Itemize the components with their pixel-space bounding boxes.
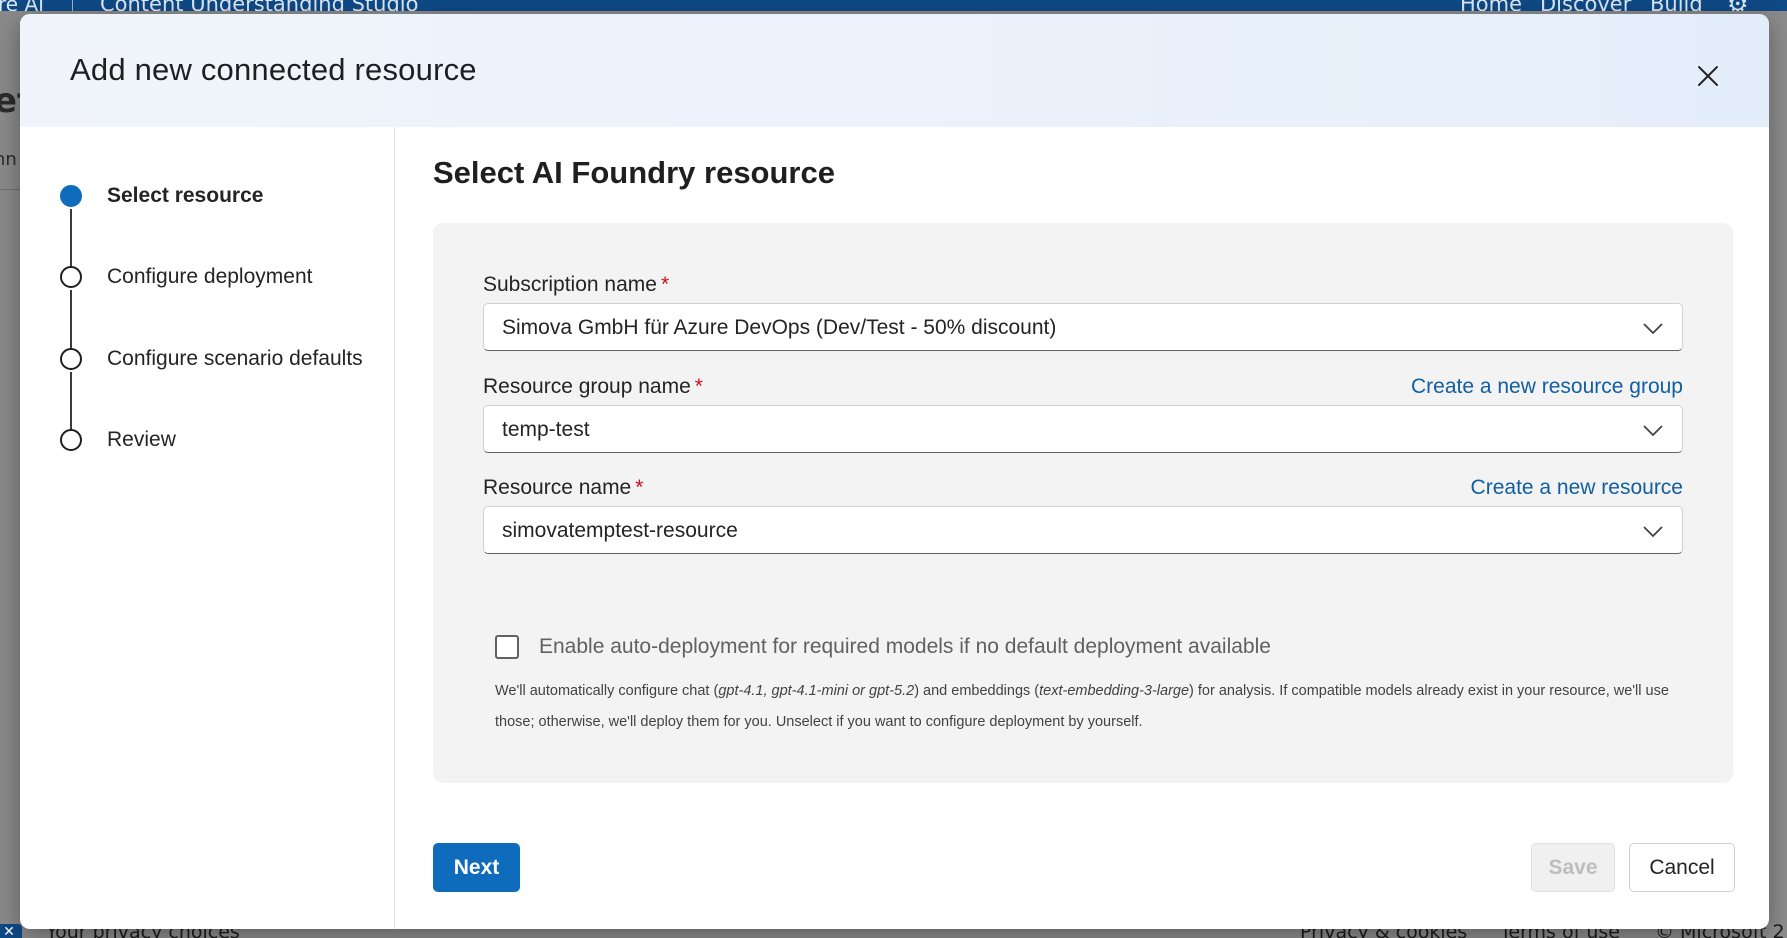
section-title: Select AI Foundry resource — [433, 155, 835, 190]
step-configure-scenario-defaults[interactable]: Configure scenario defaults — [107, 347, 363, 371]
chevron-down-icon — [1643, 323, 1663, 335]
step-indicator-review — [60, 429, 82, 451]
resource-form-panel: Subscription name * Simova GmbH für Azure… — [433, 223, 1733, 783]
close-icon — [1698, 66, 1718, 86]
create-resource-link[interactable]: Create a new resource — [1471, 476, 1683, 500]
step-indicator-configure-scenario-defaults — [60, 348, 82, 370]
wizard-steps: Select resource Configure deployment Con… — [20, 127, 395, 929]
help-chat-models: gpt-4.1, gpt-4.1-mini or gpt-5.2 — [718, 683, 915, 699]
dialog-title: Add new connected resource — [70, 52, 477, 87]
dialog-header: Add new connected resource — [20, 14, 1769, 127]
step-indicator-configure-deployment — [60, 266, 82, 288]
help-text-part: ) and embeddings ( — [914, 683, 1040, 699]
close-button[interactable] — [1688, 56, 1728, 96]
create-resource-group-link[interactable]: Create a new resource group — [1411, 375, 1683, 399]
chevron-down-icon — [1643, 425, 1663, 437]
privacy-choices-icon: ✕ — [0, 924, 22, 938]
app-topbar: re AI Content Understanding Studio Home … — [0, 0, 1787, 11]
step-select-resource[interactable]: Select resource — [107, 184, 263, 208]
background-page: et nn — [0, 11, 33, 938]
resource-group-label: Resource group name * — [483, 375, 703, 399]
resource-group-dropdown[interactable]: temp-test — [483, 405, 1683, 453]
nav-build[interactable]: Build — [1650, 0, 1703, 11]
required-marker: * — [635, 476, 644, 499]
resource-name-dropdown[interactable]: simovatemptest-resource — [483, 506, 1683, 554]
step-connector — [70, 372, 72, 434]
required-marker: * — [694, 375, 703, 398]
divider — [0, 189, 20, 190]
help-embedding-model: text-embedding-3-large — [1039, 683, 1190, 699]
nav-discover[interactable]: Discover — [1540, 0, 1631, 11]
next-button[interactable]: Next — [433, 843, 520, 892]
resource-name-value: simovatemptest-resource — [502, 519, 738, 542]
resource-group-label-text: Resource group name — [483, 375, 691, 398]
resource-group-value: temp-test — [502, 418, 590, 441]
subscription-dropdown[interactable]: Simova GmbH für Azure DevOps (Dev/Test -… — [483, 303, 1683, 351]
app-name: Content Understanding Studio — [100, 0, 418, 11]
brand-fragment: re AI — [0, 0, 44, 11]
resource-name-label: Resource name * — [483, 476, 643, 500]
auto-deployment-label[interactable]: Enable auto-deployment for required mode… — [539, 635, 1271, 659]
topbar-divider — [72, 0, 73, 11]
chevron-down-icon — [1643, 526, 1663, 538]
help-text-part: We'll automatically configure chat ( — [495, 683, 719, 699]
step-connector — [70, 209, 72, 271]
step-connector — [70, 290, 72, 352]
connected-resource-dialog: Add new connected resource Select resour… — [20, 14, 1769, 929]
save-button[interactable]: Save — [1531, 843, 1615, 892]
subscription-label: Subscription name * — [483, 273, 669, 297]
settings-gear-icon[interactable]: ⚙ — [1727, 0, 1749, 11]
step-indicator-select-resource — [60, 185, 82, 207]
auto-deployment-help-text: We'll automatically configure chat (gpt-… — [495, 676, 1675, 738]
subscription-value: Simova GmbH für Azure DevOps (Dev/Test -… — [502, 316, 1057, 339]
nav-home[interactable]: Home — [1460, 0, 1522, 11]
step-configure-deployment[interactable]: Configure deployment — [107, 265, 312, 289]
page-subtext-fragment: nn — [0, 149, 17, 170]
cancel-button[interactable]: Cancel — [1629, 843, 1735, 892]
resource-name-label-text: Resource name — [483, 476, 632, 499]
auto-deployment-checkbox[interactable] — [495, 635, 519, 659]
step-review[interactable]: Review — [107, 428, 176, 452]
required-marker: * — [660, 273, 670, 296]
subscription-label-text: Subscription name — [483, 273, 657, 296]
